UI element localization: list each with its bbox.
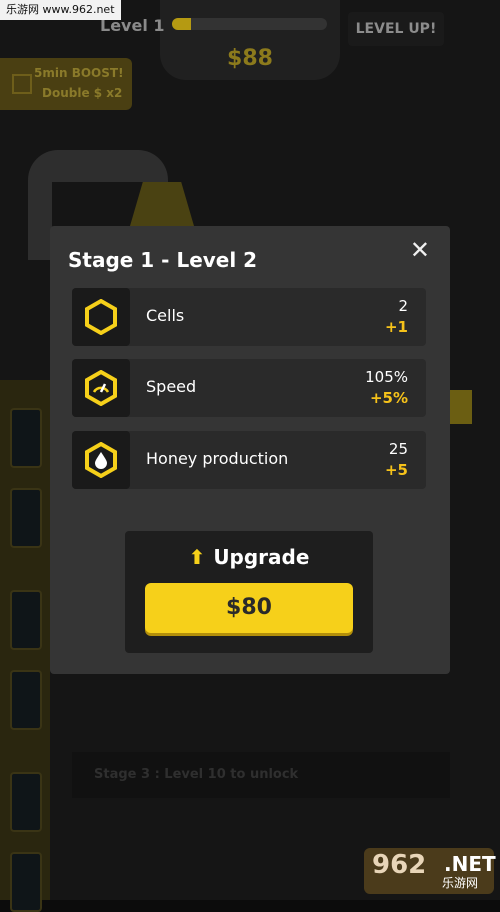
stat-row-speed: Speed 105% +5% [72, 359, 426, 417]
hive-cell [10, 488, 42, 548]
upgrade-button[interactable]: $80 [145, 583, 353, 633]
stat-row-honey-production: Honey production 25 +5 [72, 431, 426, 489]
side-tile [450, 390, 472, 424]
level-up-button[interactable]: LEVEL UP! [348, 12, 444, 46]
modal-title: Stage 1 - Level 2 [68, 248, 258, 272]
stat-increase: +5 [384, 461, 408, 479]
honey-drop-hex-icon [72, 431, 130, 489]
hive-cell [10, 772, 42, 832]
arrow-up-icon: ⬆ [188, 545, 206, 569]
hive-cell [10, 670, 42, 730]
stat-value: 105% [365, 368, 408, 386]
upgrade-panel: ⬆ Upgrade $80 [125, 531, 373, 653]
level-progress-fill [172, 18, 191, 30]
pipe-vertical [28, 180, 52, 260]
stat-label: Speed [146, 377, 197, 396]
level-progress-bar [172, 18, 327, 30]
upgrade-modal: Stage 1 - Level 2 ✕ Cells 2 +1 Speed 105… [50, 226, 450, 674]
hive-cell [10, 590, 42, 650]
hexagon-icon [72, 288, 130, 346]
watermark-top: 乐游网 www.962.net [0, 0, 121, 20]
boost-checkbox-icon [12, 74, 32, 94]
stat-value: 25 [388, 440, 408, 458]
close-icon[interactable]: ✕ [410, 236, 430, 264]
watermark-suffix: .NET [444, 852, 496, 876]
boost-subtitle: Double $ x2 [42, 86, 123, 100]
upgrade-heading: ⬆ Upgrade [125, 545, 373, 569]
hive-cell [10, 852, 42, 912]
speedometer-hex-icon [72, 359, 130, 417]
stat-label: Cells [146, 306, 185, 325]
stat-row-cells: Cells 2 +1 [72, 288, 426, 346]
stat-increase: +1 [384, 318, 408, 336]
stage-3-locked: Stage 3 : Level 10 to unlock [72, 752, 450, 798]
stat-value: 2 [398, 297, 408, 315]
pipe-horizontal [28, 150, 168, 182]
boost-button[interactable]: 5min BOOST! Double $ x2 [0, 58, 132, 110]
watermark-number: 962 [372, 850, 427, 880]
hive-building [0, 380, 50, 912]
hive-cell [10, 408, 42, 468]
boost-title: 5min BOOST! [34, 66, 124, 80]
upgrade-label: Upgrade [213, 545, 310, 569]
stat-label: Honey production [146, 449, 289, 468]
watermark-sub: 乐游网 [442, 876, 479, 890]
stat-increase: +5% [369, 389, 408, 407]
watermark-bottom: 962 .NET 乐游网 [364, 848, 496, 894]
